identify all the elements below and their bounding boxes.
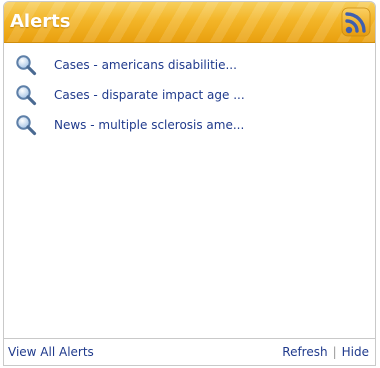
hide-link[interactable]: Hide	[342, 345, 369, 359]
alert-label[interactable]: Cases - americans disabilitie...	[54, 58, 237, 72]
magnifier-icon	[16, 85, 37, 106]
magnifier-icon	[16, 55, 37, 76]
footer-actions: Refresh | Hide	[282, 345, 369, 359]
rss-feed-icon[interactable]	[341, 7, 371, 37]
alerts-list: Cases - americans disabilitie... Cases -…	[4, 54, 375, 144]
widget-footer: View All Alerts Refresh | Hide	[4, 338, 375, 365]
list-item[interactable]: Cases - americans disabilitie...	[4, 54, 375, 84]
footer-separator: |	[332, 345, 337, 359]
alert-label[interactable]: Cases - disparate impact age ...	[54, 88, 245, 102]
magnifier-icon	[16, 115, 37, 136]
alerts-widget: Alerts Cases - americans disabilitie... …	[3, 1, 376, 366]
view-all-alerts-link[interactable]: View All Alerts	[8, 345, 94, 359]
alert-label[interactable]: News - multiple sclerosis ame...	[54, 118, 244, 132]
widget-title: Alerts	[10, 11, 71, 32]
list-item[interactable]: News - multiple sclerosis ame...	[4, 114, 375, 144]
list-item[interactable]: Cases - disparate impact age ...	[4, 84, 375, 114]
refresh-link[interactable]: Refresh	[282, 345, 327, 359]
widget-header: Alerts	[4, 2, 375, 43]
